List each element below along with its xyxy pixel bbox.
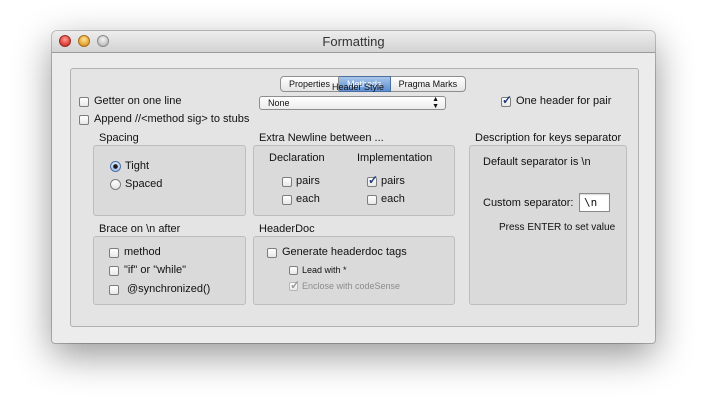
formatting-window: Formatting Properties Methods Pragma Mar… <box>52 31 655 343</box>
extra-newline-title: Extra Newline between ... <box>259 132 384 144</box>
generate-headerdoc-label: Generate headerdoc tags <box>282 246 407 258</box>
brace-synchronized-label: @synchronized() <box>127 283 211 295</box>
popup-arrows-icon: ▲ ▼ <box>432 96 439 110</box>
tab-pragma-marks[interactable]: Pragma Marks <box>390 76 467 92</box>
headerdoc-title: HeaderDoc <box>259 223 315 235</box>
brace-method-checkbox[interactable] <box>109 248 119 258</box>
declaration-each-checkbox[interactable] <box>282 195 292 205</box>
getter-one-line-label: Getter on one line <box>94 95 182 107</box>
generate-headerdoc-checkbox[interactable] <box>267 248 277 258</box>
custom-separator-label: Custom separator: <box>483 197 574 209</box>
implementation-pairs-label: pairs <box>381 175 405 187</box>
separator-title: Description for keys separator <box>475 132 622 144</box>
window-content: Properties Methods Pragma Marks Header S… <box>52 53 655 343</box>
header-style-label: Header Style <box>332 82 385 92</box>
tab-properties[interactable]: Properties <box>280 76 340 92</box>
brace-group: method "if" or "while" @synchronized() <box>93 236 246 305</box>
checkmark-icon: ✓ <box>290 278 301 292</box>
spacing-spaced-radio[interactable] <box>110 179 121 190</box>
title-bar[interactable]: Formatting <box>52 31 655 53</box>
one-header-for-pair-label: One header for pair <box>516 95 612 107</box>
one-header-for-pair-checkbox[interactable]: ✓ <box>501 93 512 107</box>
implementation-each-checkbox[interactable] <box>367 195 377 205</box>
spacing-group: Tight Spaced <box>93 145 246 216</box>
spacing-spaced-label: Spaced <box>125 178 163 190</box>
headerdoc-group: Generate headerdoc tags Lead with * ✓ En… <box>253 236 455 305</box>
getter-one-line-checkbox[interactable] <box>79 97 89 107</box>
brace-synchronized-checkbox[interactable] <box>109 285 119 295</box>
append-method-sig-checkbox[interactable] <box>79 115 89 125</box>
declaration-pairs-label: pairs <box>296 175 320 187</box>
append-method-sig-label: Append //<method sig> to stubs <box>94 113 250 125</box>
spacing-tight-radio[interactable] <box>110 161 121 172</box>
separator-group: Default separator is \n Custom separator… <box>469 145 627 305</box>
brace-title: Brace on \n after <box>99 223 181 235</box>
declaration-pairs-checkbox[interactable] <box>282 177 292 187</box>
header-style-value: None <box>268 98 290 108</box>
default-separator-text: Default separator is \n <box>483 156 591 168</box>
header-style-popup[interactable]: None ▲ ▼ <box>259 96 446 110</box>
checkmark-icon: ✓ <box>502 93 513 107</box>
enclose-codesense-checkbox[interactable]: ✓ <box>289 278 300 292</box>
extra-newline-group: Declaration Implementation pairs each ✓ … <box>253 145 455 216</box>
brace-method-label: method <box>124 246 161 258</box>
declaration-each-label: each <box>296 193 320 205</box>
custom-separator-input[interactable]: \n <box>579 193 610 212</box>
tab-view: Properties Methods Pragma Marks Header S… <box>70 68 639 327</box>
lead-with-star-checkbox[interactable] <box>289 266 298 275</box>
window-title: Formatting <box>322 34 385 49</box>
implementation-each-label: each <box>381 193 405 205</box>
implementation-pairs-checkbox[interactable]: ✓ <box>367 173 378 187</box>
spacing-tight-label: Tight <box>125 160 150 172</box>
spacing-title: Spacing <box>99 132 139 144</box>
checkmark-icon: ✓ <box>368 173 379 187</box>
brace-if-while-label: "if" or "while" <box>124 264 187 276</box>
enclose-codesense-label: Enclose with codeSense <box>302 281 401 291</box>
press-enter-hint: Press ENTER to set value <box>499 222 616 233</box>
brace-if-while-checkbox[interactable] <box>109 266 119 276</box>
declaration-title: Declaration <box>269 152 325 164</box>
implementation-title: Implementation <box>357 152 433 164</box>
lead-with-star-label: Lead with * <box>302 265 347 275</box>
